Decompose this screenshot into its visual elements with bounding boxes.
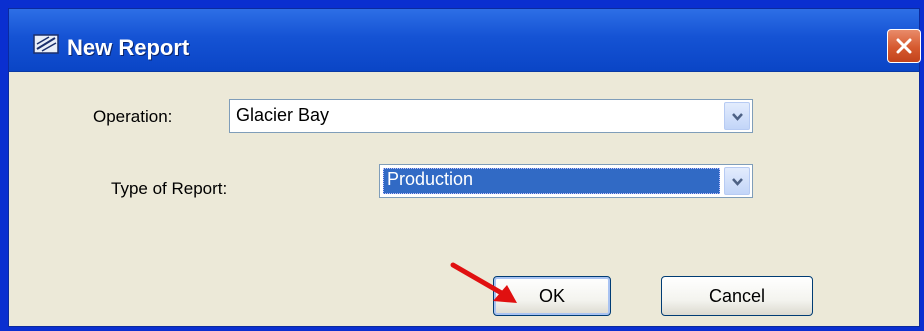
report-type-value: Production (387, 169, 474, 189)
annotation-arrow-icon (450, 262, 517, 303)
cancel-button[interactable]: Cancel (661, 276, 813, 316)
close-icon (896, 38, 912, 54)
operation-dropdown-button[interactable] (724, 102, 750, 130)
chevron-down-icon (732, 113, 743, 121)
selection-highlight: Production (383, 168, 720, 194)
report-type-dropdown-button[interactable] (724, 167, 750, 195)
title-bar[interactable]: New Report (9, 9, 921, 72)
dialog-title: New Report (67, 35, 190, 60)
close-button[interactable] (887, 29, 921, 63)
report-type-label: Type of Report: (111, 179, 228, 198)
report-type-select[interactable]: Production (379, 164, 753, 198)
operation-label: Operation: (93, 107, 173, 126)
new-report-dialog: New Report Operation: Glacier Bay Type o… (8, 8, 921, 327)
operation-value: Glacier Bay (236, 105, 330, 125)
report-app-icon (33, 33, 61, 55)
operation-select[interactable]: Glacier Bay (229, 99, 753, 133)
chevron-down-icon (732, 178, 743, 186)
